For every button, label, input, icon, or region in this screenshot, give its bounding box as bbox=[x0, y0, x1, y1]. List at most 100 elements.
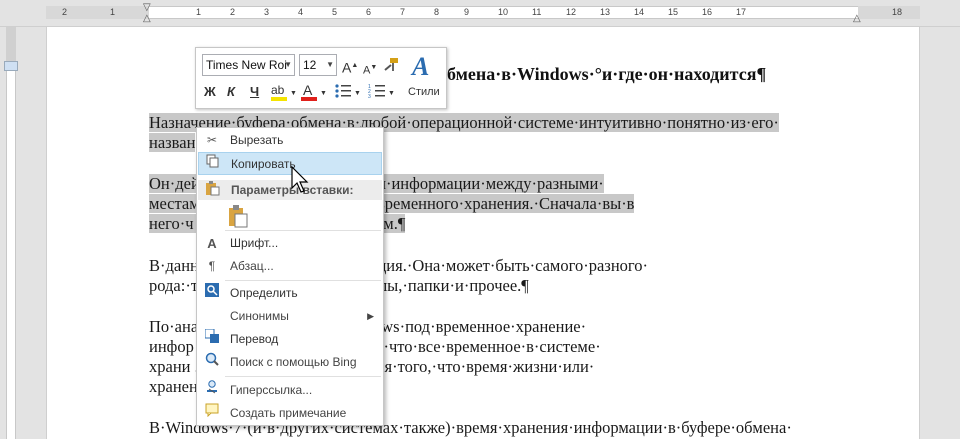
ruler-number: 4 bbox=[298, 7, 304, 17]
ruler-number: 3 bbox=[264, 7, 270, 17]
ruler-number: 15 bbox=[668, 7, 679, 17]
menu-item-label: Шрифт... bbox=[230, 236, 279, 250]
highlight-button[interactable]: ab bbox=[269, 82, 291, 106]
chevron-down-icon[interactable]: ▼ bbox=[284, 55, 292, 75]
ruler-margin-right bbox=[858, 6, 920, 19]
grow-font-icon: A bbox=[342, 59, 352, 76]
context-menu: ✂ Вырезать Копировать Параметры вставки:… bbox=[196, 127, 384, 426]
font-icon: A bbox=[207, 236, 217, 251]
chevron-down-icon[interactable]: ▼ bbox=[354, 86, 361, 102]
menu-item-label: Определить bbox=[230, 286, 298, 300]
document-line[interactable]: назван bbox=[149, 132, 196, 154]
copy-icon bbox=[205, 153, 221, 176]
ruler-number: 6 bbox=[366, 7, 372, 17]
mouse-pointer-icon bbox=[291, 166, 309, 193]
format-painter-icon bbox=[384, 58, 398, 71]
menu-item-font[interactable]: A Шрифт... bbox=[198, 232, 382, 255]
ruler-number: 5 bbox=[332, 7, 338, 17]
menu-separator bbox=[225, 376, 381, 377]
ruler-number: 2 bbox=[62, 7, 68, 17]
font-color-icon: A bbox=[301, 82, 317, 101]
bold-button[interactable]: Ж bbox=[204, 84, 216, 100]
font-name-box[interactable]: Times New Roi ▼ bbox=[202, 54, 295, 76]
paste-keep-source-icon bbox=[229, 205, 248, 228]
menu-item-cut[interactable]: ✂ Вырезать bbox=[198, 129, 382, 152]
document-heading: обмена·в·Windows·°и·где·он·находится¶ bbox=[438, 64, 767, 84]
menu-item-label: Поиск с помощью Bing bbox=[230, 355, 357, 369]
submenu-arrow-icon: ▶ bbox=[367, 311, 374, 321]
ruler-number: 1 bbox=[110, 7, 116, 17]
menu-item-copy[interactable]: Копировать bbox=[198, 152, 382, 175]
menu-item-label: Перевод bbox=[230, 332, 279, 346]
menu-item-synonyms[interactable]: Синонимы ▶ bbox=[198, 305, 382, 328]
menu-separator bbox=[225, 280, 381, 281]
bullets-icon bbox=[335, 84, 351, 98]
ruler-number: 7 bbox=[400, 7, 406, 17]
horizontal-ruler[interactable]: 2 1 1 2 3 4 5 6 7 8 9 10 11 12 13 14 15 … bbox=[0, 0, 960, 27]
menu-item-translate[interactable]: Перевод bbox=[198, 328, 382, 351]
chevron-down-icon[interactable]: ▼ bbox=[320, 86, 327, 102]
font-color-button[interactable]: A bbox=[300, 82, 318, 106]
ruler-number: 18 bbox=[892, 7, 903, 17]
vruler-track bbox=[6, 27, 16, 439]
menu-item-new-comment[interactable]: Создать примечание bbox=[198, 402, 382, 425]
menu-item-label: Гиперссылка... bbox=[230, 383, 313, 397]
menu-item-label: Создать примечание bbox=[230, 406, 347, 420]
styles-label[interactable]: Стили bbox=[408, 86, 440, 98]
styles-icon[interactable]: A bbox=[412, 52, 429, 82]
menu-separator bbox=[225, 230, 381, 231]
ruler-number: 8 bbox=[434, 7, 440, 17]
right-indent-marker[interactable]: △ bbox=[853, 14, 861, 24]
ruler-number: 10 bbox=[498, 7, 509, 17]
menu-item-paragraph[interactable]: ¶ Абзац... bbox=[198, 255, 382, 278]
paragraph-icon: ¶ bbox=[208, 259, 216, 273]
paste-keep-formatting-button[interactable] bbox=[227, 204, 249, 228]
numbering-button[interactable]: 123 bbox=[368, 82, 386, 104]
ruler-number: 12 bbox=[566, 7, 577, 17]
font-size-value: 12 bbox=[303, 58, 317, 72]
bullets-button[interactable] bbox=[334, 82, 352, 104]
vertical-ruler[interactable] bbox=[0, 27, 20, 439]
italic-button[interactable]: К bbox=[227, 84, 235, 100]
ruler-number: 9 bbox=[464, 7, 470, 17]
comment-icon bbox=[204, 402, 220, 425]
ruler-number: 13 bbox=[600, 7, 611, 17]
ruler-number: 11 bbox=[532, 7, 542, 17]
ruler-track bbox=[46, 6, 920, 19]
highlight-icon: ab bbox=[271, 83, 287, 101]
first-line-indent-marker[interactable]: ▽ bbox=[143, 3, 151, 13]
svg-text:3: 3 bbox=[368, 94, 371, 100]
menu-item-hyperlink[interactable]: Гиперссылка... bbox=[198, 379, 382, 402]
hanging-indent-marker[interactable]: △ bbox=[143, 14, 151, 24]
paste-icon bbox=[204, 180, 220, 202]
menu-item-define[interactable]: Определить bbox=[198, 282, 382, 305]
chevron-down-icon[interactable]: ▼ bbox=[290, 86, 297, 102]
numbering-icon: 123 bbox=[368, 84, 385, 100]
chevron-down-icon[interactable]: ▼ bbox=[326, 55, 334, 75]
font-name-value: Times New Roi bbox=[206, 58, 287, 72]
ruler-number: 17 bbox=[736, 7, 747, 17]
underline-button[interactable]: Ч bbox=[250, 84, 259, 100]
format-painter-button[interactable] bbox=[382, 56, 400, 78]
selected-text: назван bbox=[149, 133, 196, 152]
bing-search-icon bbox=[204, 351, 220, 374]
vruler-top-margin bbox=[6, 27, 16, 63]
define-icon bbox=[204, 282, 220, 305]
svg-text:ab: ab bbox=[271, 83, 285, 97]
menu-item-bing-search[interactable]: Поиск с помощью Bing bbox=[198, 351, 382, 374]
menu-item-label: Вырезать bbox=[230, 133, 284, 147]
font-size-box[interactable]: 12 ▼ bbox=[299, 54, 337, 76]
grow-font-button[interactable]: A▲ bbox=[342, 58, 358, 76]
ruler-number: 1 bbox=[196, 7, 202, 17]
ruler-number: 14 bbox=[634, 7, 645, 17]
svg-text:A: A bbox=[303, 82, 313, 98]
chevron-down-icon[interactable]: ▼ bbox=[388, 86, 395, 102]
hyperlink-icon bbox=[204, 379, 220, 402]
ruler-number: 2 bbox=[230, 7, 236, 17]
shrink-font-button[interactable]: A▼ bbox=[363, 60, 377, 79]
menu-item-label: Абзац... bbox=[230, 259, 274, 273]
vruler-margin-handle[interactable] bbox=[4, 61, 18, 71]
translate-icon bbox=[204, 328, 220, 351]
menu-header-paste-options: Параметры вставки: bbox=[198, 180, 382, 200]
menu-item-label: Копировать bbox=[231, 157, 296, 171]
